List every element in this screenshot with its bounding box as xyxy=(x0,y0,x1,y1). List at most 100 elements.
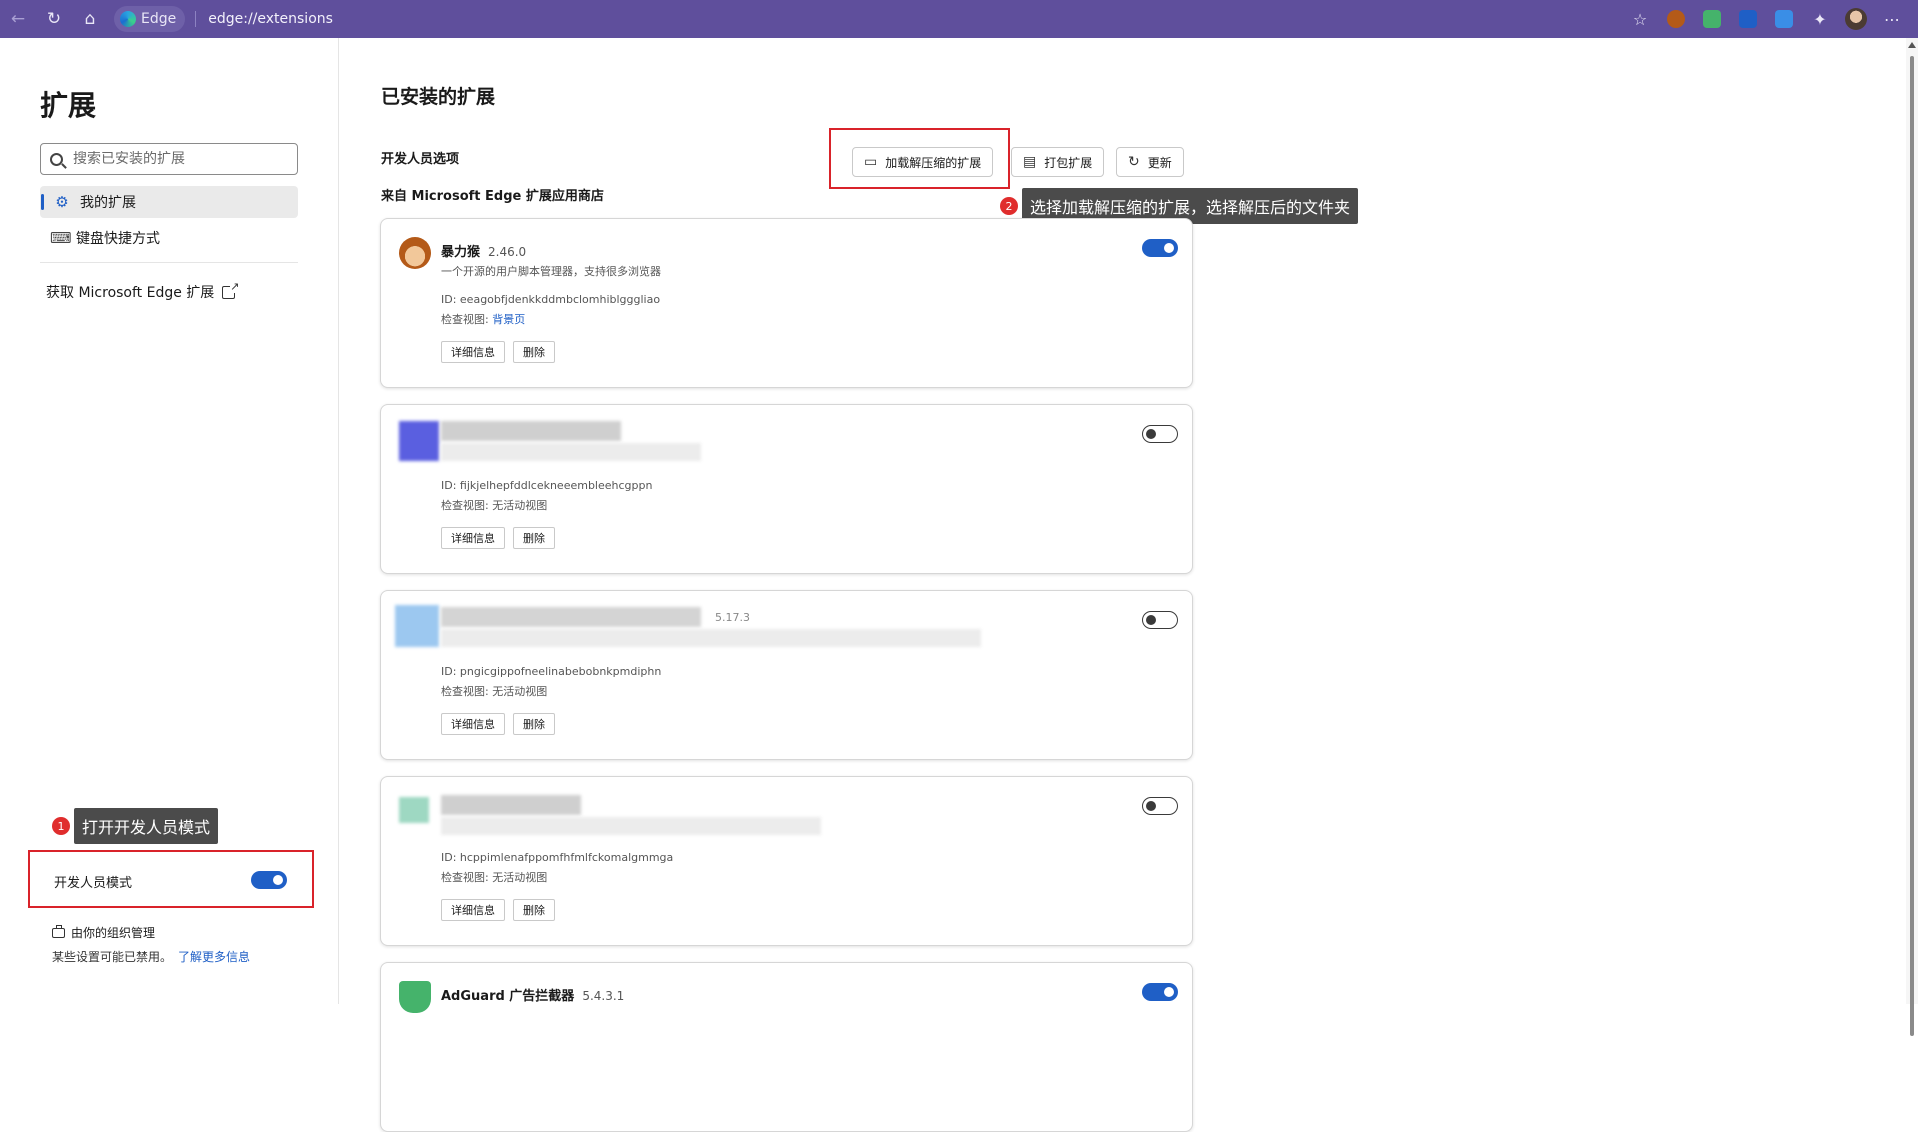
extension-id: ID: hcppimlenafppomfhfmlfckomalgmmga xyxy=(441,851,674,864)
extension-icon-blurred xyxy=(399,421,439,461)
scroll-up-arrow-icon[interactable] xyxy=(1908,42,1916,48)
sidebar-divider xyxy=(40,262,298,263)
inspect-views-label: 检查视图: xyxy=(441,313,489,326)
remove-button[interactable]: 删除 xyxy=(513,527,555,549)
pack-extension-label: 打包扩展 xyxy=(1044,155,1093,170)
extension-icon-blurred xyxy=(395,605,439,647)
extension-toggle[interactable] xyxy=(1142,425,1178,443)
dev-mode-label: 开发人员模式 xyxy=(54,876,133,891)
details-button[interactable]: 详细信息 xyxy=(441,899,505,921)
update-button[interactable]: ↻ 更新 xyxy=(1116,147,1184,177)
org-note-text: 某些设置可能已禁用。 xyxy=(52,950,173,964)
browser-toolbar: ← ↻ ⌂ Edge edge://extensions ☆ ✦ ⋯ xyxy=(0,0,1918,38)
extension-name-blurred xyxy=(441,421,621,441)
extension-description-blurred xyxy=(441,817,821,835)
card-actions: 详细信息 删除 xyxy=(441,527,555,549)
scrollbar-thumb[interactable] xyxy=(1910,56,1914,1036)
refresh-icon: ↻ xyxy=(1128,154,1140,170)
favorite-star-icon[interactable]: ☆ xyxy=(1622,0,1658,38)
learn-more-link[interactable]: 了解更多信息 xyxy=(178,950,250,964)
extension-toggle[interactable] xyxy=(1142,611,1178,629)
toolbar-right: ☆ ✦ ⋯ xyxy=(1622,0,1910,38)
details-button[interactable]: 详细信息 xyxy=(441,527,505,549)
more-menu-icon[interactable]: ⋯ xyxy=(1874,0,1910,38)
sidebar-item-label: 键盘快捷方式 xyxy=(76,231,160,247)
extension-toggle[interactable] xyxy=(1142,983,1178,1001)
step1-badge: 1 xyxy=(52,817,70,835)
external-link-icon xyxy=(222,279,240,299)
remove-button[interactable]: 删除 xyxy=(513,899,555,921)
get-extensions-link[interactable]: 获取 Microsoft Edge 扩展 xyxy=(46,279,240,302)
remove-button[interactable]: 删除 xyxy=(513,341,555,363)
load-unpacked-button[interactable]: ▭ 加载解压缩的扩展 xyxy=(852,147,994,177)
extension-id: ID: fijkjelhepfddlcekneeembleehcgppn xyxy=(441,479,653,492)
extension-toggle[interactable] xyxy=(1142,797,1178,815)
extension-name-blurred xyxy=(441,795,581,815)
extension-card-2: ID: fijkjelhepfddlcekneeembleehcgppn 检查视… xyxy=(380,404,1193,574)
search-icon xyxy=(50,152,63,166)
org-managed-label: 由你的组织管理 xyxy=(71,926,156,940)
browser-brand: Edge xyxy=(141,11,177,27)
get-extensions-label: 获取 Microsoft Edge 扩展 xyxy=(46,285,215,301)
sidebar-item-keyboard-shortcuts[interactable]: ⌨ 键盘快捷方式 xyxy=(40,222,298,254)
edge-logo-icon xyxy=(120,11,136,27)
home-icon[interactable]: ⌂ xyxy=(72,0,108,38)
step2-badge: 2 xyxy=(1000,197,1018,215)
back-icon[interactable]: ← xyxy=(0,0,36,38)
address-url[interactable]: edge://extensions xyxy=(208,11,333,27)
store-section-label: 来自 Microsoft Edge 扩展应用商店 xyxy=(381,189,604,204)
extension-card-violentmonkey: 暴力猴 2.46.0 一个开源的用户脚本管理器，支持很多浏览器 ID: eeago… xyxy=(380,218,1193,388)
extension-version: 5.17.3 xyxy=(715,611,750,624)
page-scrollbar[interactable] xyxy=(1906,38,1918,1036)
inspect-views: 检查视图: 无活动视图 xyxy=(441,499,548,512)
translate-extension-icon[interactable] xyxy=(1730,0,1766,38)
sidebar-title: 扩展 xyxy=(40,89,97,122)
extension-gear-icon: ⚙ xyxy=(55,193,69,211)
extension-id: ID: pngicgippofneelinabebobnkpmdiphn xyxy=(441,665,662,678)
address-bar[interactable]: Edge xyxy=(114,6,186,32)
extension-name: AdGuard 广告拦截器 5.4.3.1 xyxy=(441,985,624,1004)
extension-toggle[interactable] xyxy=(1142,239,1178,257)
dev-options-label: 开发人员选项 xyxy=(381,152,460,167)
search-input[interactable] xyxy=(73,151,273,167)
adguard-shield-icon xyxy=(399,981,431,1013)
details-button[interactable]: 详细信息 xyxy=(441,341,505,363)
extension-description-blurred xyxy=(441,443,701,461)
step1-tooltip: 打开开发人员模式 xyxy=(74,808,219,844)
page-title: 已安装的扩展 xyxy=(381,86,496,108)
extension-card-adguard: AdGuard 广告拦截器 5.4.3.1 xyxy=(380,962,1193,1132)
refresh-icon[interactable]: ↻ xyxy=(36,0,72,38)
details-button[interactable]: 详细信息 xyxy=(441,713,505,735)
extension-name-text: 暴力猴 xyxy=(441,245,481,260)
package-icon: ▤ xyxy=(1023,154,1037,170)
inspect-views: 检查视图: 无活动视图 xyxy=(441,685,548,698)
sidebar-item-label: 我的扩展 xyxy=(80,195,136,211)
extension-icon-blurred xyxy=(399,797,429,823)
extension-description: 一个开源的用户脚本管理器，支持很多浏览器 xyxy=(441,265,661,278)
tab-extension-icon[interactable] xyxy=(1766,0,1802,38)
sidebar-item-my-extensions[interactable]: ⚙ 我的扩展 xyxy=(40,186,298,218)
dev-mode-toggle[interactable] xyxy=(251,871,287,889)
address-separator xyxy=(195,11,197,27)
background-page-link[interactable]: 背景页 xyxy=(492,313,525,326)
keyboard-icon: ⌨ xyxy=(50,229,72,247)
extension-name: 暴力猴 2.46.0 xyxy=(441,241,526,260)
inspect-views: 检查视图: 背景页 xyxy=(441,311,525,327)
card-actions: 详细信息 删除 xyxy=(441,341,555,363)
extension-description-blurred xyxy=(441,629,981,647)
violentmonkey-extension-icon[interactable] xyxy=(1658,0,1694,38)
update-label: 更新 xyxy=(1147,155,1172,170)
profile-avatar[interactable] xyxy=(1838,0,1874,38)
org-note: 某些设置可能已禁用。 了解更多信息 xyxy=(52,948,250,965)
sidebar: 扩展 ⚙ 我的扩展 ⌨ 键盘快捷方式 获取 Microsoft Edge 扩展 … xyxy=(0,38,339,1004)
card-actions: 详细信息 删除 xyxy=(441,899,555,921)
adguard-extension-icon[interactable] xyxy=(1694,0,1730,38)
step1-callout: 1 打开开发人员模式 xyxy=(52,808,219,844)
extension-name-text: AdGuard 广告拦截器 xyxy=(441,989,575,1004)
extensions-puzzle-icon[interactable]: ✦ xyxy=(1802,0,1838,38)
pack-extension-button[interactable]: ▤ 打包扩展 xyxy=(1011,147,1105,177)
remove-button[interactable]: 删除 xyxy=(513,713,555,735)
search-box[interactable] xyxy=(40,143,298,175)
extension-card-4: ID: hcppimlenafppomfhfmlfckomalgmmga 检查视… xyxy=(380,776,1193,946)
extension-name-blurred xyxy=(441,607,701,627)
